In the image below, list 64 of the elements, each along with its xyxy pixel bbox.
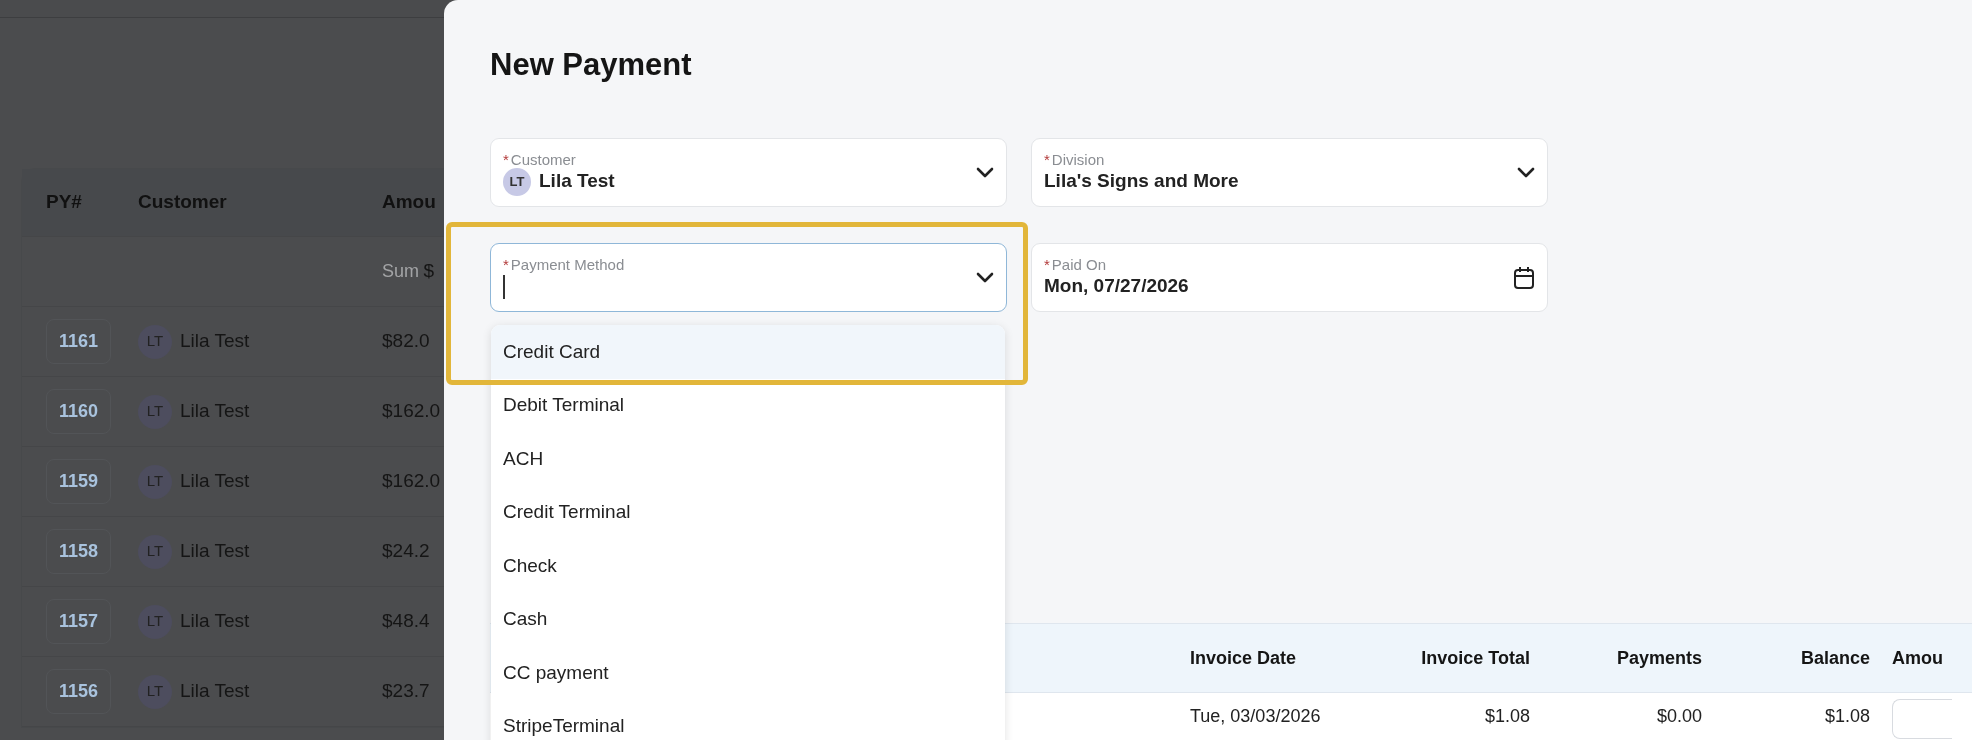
modal-title: New Payment — [490, 48, 693, 83]
field-label: *Paid On — [1044, 255, 1108, 274]
dropdown-option[interactable]: Credit Card — [491, 325, 1005, 379]
field-label: *Payment Method — [503, 255, 626, 274]
column-header: Payments — [1616, 647, 1702, 668]
dropdown-option[interactable]: ACH — [491, 432, 1005, 486]
column-header: Amou — [382, 191, 436, 213]
dropdown-option[interactable]: Credit Terminal — [491, 485, 1005, 539]
column-header: Balance — [1800, 647, 1870, 668]
avatar: LT — [138, 464, 172, 499]
table-cell: $1.08 — [1484, 706, 1530, 726]
column-header: Customer — [138, 191, 227, 213]
sum-label: Sum — [382, 261, 419, 282]
table-cell: $1.08 — [1824, 706, 1870, 726]
amount-cell: $162.0 — [382, 400, 441, 422]
dropdown-option[interactable]: CC payment — [491, 646, 1005, 700]
avatar: LT — [138, 324, 172, 359]
date-field[interactable]: *Paid On Mon, 07/27/2026 — [1031, 243, 1548, 313]
customer-name: Lila Test — [180, 539, 250, 564]
field-label: *Division — [1044, 150, 1106, 169]
calendar-icon[interactable] — [1513, 265, 1535, 290]
avatar: LT — [138, 604, 172, 639]
column-header: PY# — [46, 191, 82, 213]
payment-number-link[interactable]: 1161 — [46, 319, 112, 364]
select-field[interactable]: *Customer LT Lila Test — [490, 138, 1007, 208]
field-value: Lila Test — [539, 169, 615, 194]
avatar: LT — [138, 394, 172, 429]
text-cursor — [503, 274, 505, 299]
customer-name: Lila Test — [180, 329, 250, 354]
dropdown-option[interactable]: Cash — [491, 592, 1005, 646]
avatar: LT — [138, 534, 172, 569]
dropdown-option[interactable]: Check — [491, 539, 1005, 593]
customer-name: Lila Test — [180, 609, 250, 634]
select-field[interactable]: *Division Lila's Signs and More — [1031, 138, 1548, 208]
column-header: Invoice Total — [1421, 647, 1530, 668]
amount-cell: $162.0 — [382, 470, 441, 492]
chevron-down-icon[interactable] — [976, 166, 994, 179]
table-cell: Tue, 03/03/2026 — [1190, 706, 1321, 726]
sum-value: $ — [423, 260, 435, 282]
customer-name: Lila Test — [180, 679, 250, 704]
avatar: LT — [503, 167, 531, 196]
field-value: Lila's Signs and More — [1044, 169, 1239, 194]
payment-number-link[interactable]: 1157 — [46, 599, 112, 644]
column-header: Invoice Date — [1190, 647, 1297, 668]
customer-name: Lila Test — [180, 469, 250, 494]
payment-number-link[interactable]: 1159 — [46, 459, 112, 504]
chevron-down-icon[interactable] — [1517, 166, 1535, 179]
select-field[interactable]: *Payment Method — [490, 243, 1007, 313]
payment-number-link[interactable]: 1160 — [46, 389, 112, 434]
customer-name: Lila Test — [180, 399, 250, 424]
amount-cell: $82.0 — [382, 330, 430, 352]
table-cell: $0.00 — [1656, 706, 1702, 726]
dropdown-option[interactable]: StripeTerminal — [491, 699, 1005, 740]
amount-field[interactable] — [1892, 699, 1952, 739]
payment-number-link[interactable]: 1156 — [46, 669, 112, 714]
avatar: LT — [138, 674, 172, 709]
amount-cell: $48.4 — [382, 610, 430, 632]
amount-cell: $24.2 — [382, 540, 430, 562]
payment-number-link[interactable]: 1158 — [46, 529, 112, 574]
chevron-down-icon[interactable] — [976, 271, 994, 284]
amount-cell: $23.7 — [382, 680, 430, 702]
field-label: *Customer — [503, 150, 577, 169]
field-value: Mon, 07/27/2026 — [1044, 274, 1189, 299]
column-header: Amou — [1892, 647, 1943, 668]
